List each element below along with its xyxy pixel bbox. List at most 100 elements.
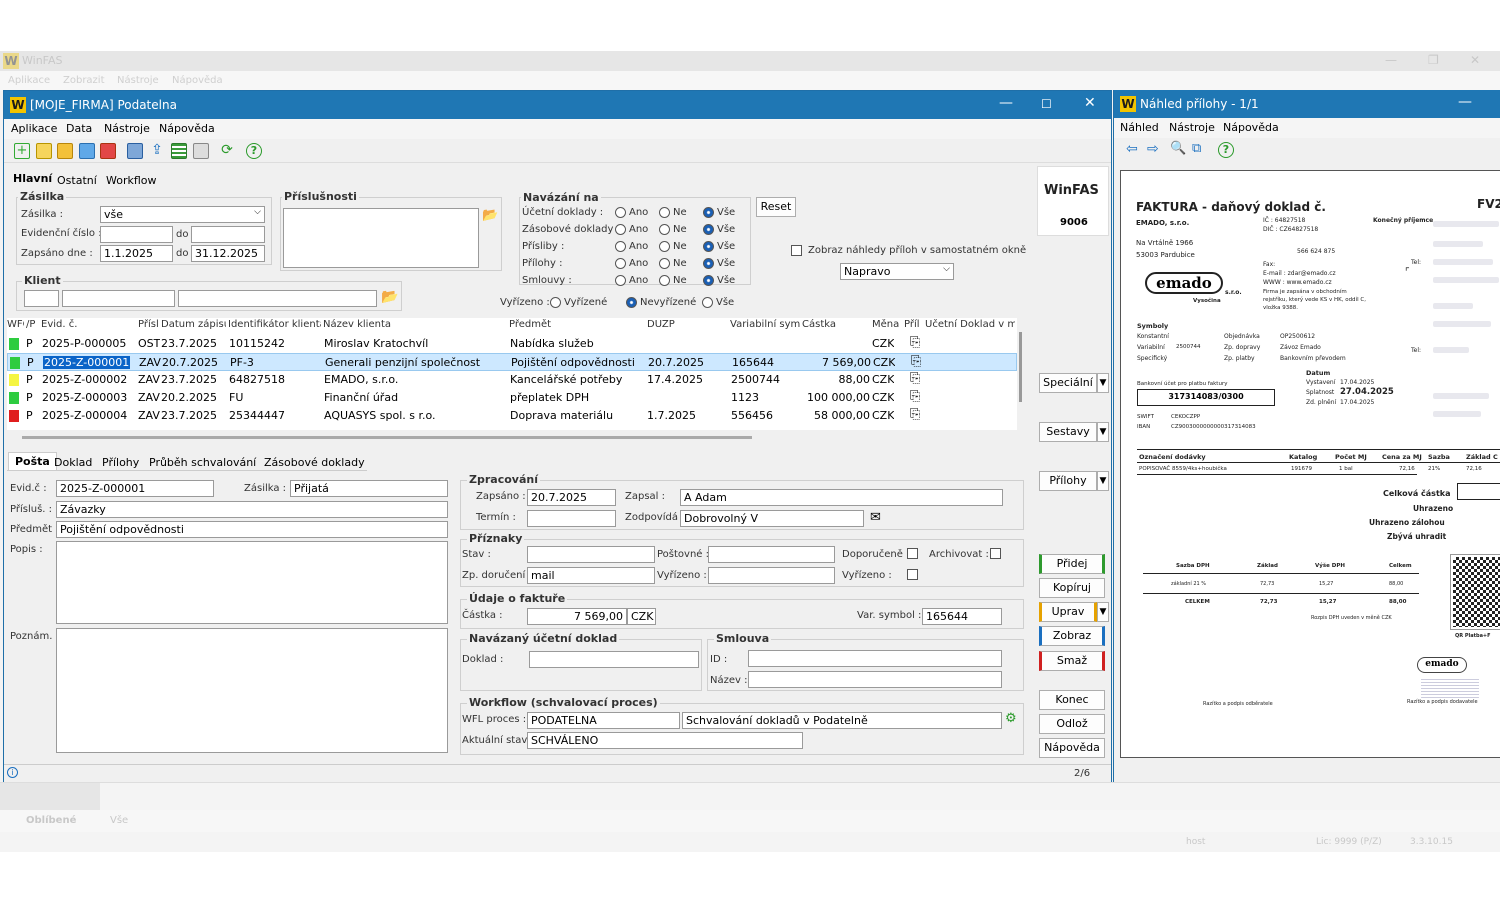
preview-menu-nahled[interactable]: Náhled — [1120, 121, 1159, 134]
detail-popis-textarea[interactable] — [56, 541, 448, 624]
grid-header[interactable]: /P — [26, 319, 39, 336]
maximize-icon[interactable]: ☐ — [1041, 97, 1052, 111]
grid-header[interactable]: Přísl — [138, 319, 159, 336]
zp-doruceni-input[interactable]: mail — [527, 567, 655, 584]
view-icon[interactable] — [79, 143, 95, 159]
attachment-paperclip-icon[interactable]: ⎘ — [911, 354, 921, 369]
preview-menu-nastroje[interactable]: Nástroje — [1169, 121, 1215, 134]
grid-header[interactable]: Předmět — [509, 319, 645, 336]
add-icon[interactable]: + — [14, 143, 30, 159]
evid-to-input[interactable] — [191, 226, 265, 243]
klient-ident-input[interactable] — [62, 290, 175, 307]
nevyrizene-radio[interactable] — [626, 297, 637, 308]
taskbar-all[interactable]: Vše — [110, 815, 128, 826]
nav-smlouvy-ano-radio[interactable] — [615, 275, 626, 286]
tab-prubeh[interactable]: Průběh schvalování — [143, 454, 262, 471]
vyrizeno-detail-input[interactable] — [708, 567, 835, 584]
nav-smlouvy-vse-radio[interactable] — [703, 275, 714, 286]
termin-input[interactable] — [527, 510, 616, 527]
detail-zasilka-input[interactable]: Přijatá — [290, 480, 448, 497]
grid-header[interactable]: Evid. č. — [41, 319, 136, 336]
workflow-tree-icon[interactable]: ⚙ — [1005, 711, 1017, 726]
tab-ostatni[interactable]: Ostatní — [51, 172, 103, 189]
date-to-input[interactable]: 31.12.2025 — [191, 245, 265, 262]
fit-page-icon[interactable]: ⧉ — [1192, 141, 1201, 156]
nav-prisliby-ano-radio[interactable] — [615, 241, 626, 252]
postovne-input[interactable] — [708, 546, 835, 563]
evid-from-input[interactable] — [100, 226, 173, 243]
grid-header[interactable]: Účetní Doklad v mo — [925, 319, 1015, 336]
specialni-dropdown-icon[interactable]: ▼ — [1097, 373, 1109, 393]
refresh-icon[interactable]: ⟳ — [219, 143, 235, 159]
zasilka-select[interactable]: vše ⌵ — [100, 206, 265, 223]
preview-menu-napoveda[interactable]: Nápověda — [1223, 121, 1279, 134]
nav-prilohy-vse-radio[interactable] — [703, 258, 714, 269]
aktualni-stav-input[interactable]: SCHVÁLENO — [527, 732, 803, 749]
grid-header[interactable]: Příl — [904, 319, 923, 336]
vse-radio[interactable] — [702, 297, 713, 308]
grid-header[interactable]: Datum zápisu — [161, 319, 226, 336]
bg-menu-zobrazit[interactable]: Zobrazit — [63, 75, 105, 86]
konec-button[interactable]: Konec — [1039, 690, 1105, 710]
nav-prilohy-ano-radio[interactable] — [615, 258, 626, 269]
archivovat-checkbox[interactable] — [990, 548, 1001, 559]
zapsal-input[interactable]: A Adam — [680, 489, 1003, 506]
vyrizeno-checkbox[interactable] — [907, 569, 918, 580]
stav-input[interactable] — [527, 546, 655, 563]
grid-header[interactable]: Identifikátor klienta — [228, 319, 321, 336]
date-from-input[interactable]: 1.1.2025 — [100, 245, 173, 262]
smaz-button[interactable]: Smaž — [1039, 651, 1105, 671]
detail-evid-input[interactable]: 2025-Z-000001 — [56, 480, 214, 497]
var-symbol-input[interactable]: 165644 — [922, 608, 1002, 625]
show-preview-checkbox[interactable] — [791, 245, 802, 256]
castka-input[interactable]: 7 569,00 — [527, 608, 627, 625]
odloz-button[interactable]: Odlož — [1039, 714, 1105, 734]
attachment-paperclip-icon[interactable]: ⎘ — [910, 371, 920, 386]
menu-napoveda[interactable]: Nápověda — [159, 122, 215, 135]
forward-arrow-icon[interactable]: ⇨ — [1147, 141, 1159, 157]
attachment-paperclip-icon[interactable]: ⎘ — [910, 407, 920, 422]
attachment-paperclip-icon[interactable]: ⎘ — [910, 335, 920, 350]
bg-menu-aplikace[interactable]: Aplikace — [8, 75, 50, 86]
grid-hscrollbar[interactable] — [22, 436, 752, 439]
nav-zasobove-doklady-ne-radio[interactable] — [659, 224, 670, 235]
nav-zasobove-doklady-vse-radio[interactable] — [703, 224, 714, 235]
detail-pozn-textarea[interactable] — [56, 628, 448, 753]
bg-menu-nastroje[interactable]: Nástroje — [117, 75, 159, 86]
tab-prilohy[interactable]: Přílohy — [96, 454, 145, 471]
reset-button[interactable]: Reset — [756, 197, 796, 217]
smlouva-nazev-input[interactable] — [748, 671, 1002, 688]
menu-nastroje[interactable]: Nástroje — [104, 122, 150, 135]
position-select[interactable]: Napravo ⌵ — [840, 263, 954, 280]
bg-restore-icon[interactable]: ❐ — [1428, 53, 1439, 67]
nav-smlouvy-ne-radio[interactable] — [659, 275, 670, 286]
table-row[interactable]: P 2025-Z-000003 ZAV 20.2.2025 FU Finanční úřa… — [7, 389, 1017, 407]
edit-icon[interactable] — [57, 143, 73, 159]
tab-workflow[interactable]: Workflow — [100, 172, 163, 189]
grid-header[interactable]: DUZP — [647, 319, 728, 336]
copy-icon[interactable] — [36, 143, 52, 159]
print-icon[interactable] — [127, 143, 143, 159]
zodpovida-input[interactable]: Dobrovolný V — [680, 510, 864, 527]
table-icon[interactable] — [171, 143, 187, 159]
tab-doklad[interactable]: Doklad — [48, 454, 98, 471]
prislusnosti-list[interactable] — [283, 208, 479, 268]
preview-help-icon[interactable]: ? — [1218, 142, 1234, 158]
table-row[interactable]: P 2025-Z-000001 ZAV 20.7.2025 PF-3 Generali p… — [7, 353, 1017, 371]
prilohy-dropdown-icon[interactable]: ▼ — [1097, 471, 1109, 491]
grid-header[interactable]: Měna — [872, 319, 902, 336]
pridej-button[interactable]: Přidej — [1039, 554, 1105, 574]
wfl-desc-input[interactable]: Schvalování dokladů v Podatelně — [682, 712, 1002, 729]
grid-header[interactable]: WFO — [7, 319, 24, 336]
zapsano-detail-input[interactable]: 20.7.2025 — [527, 489, 616, 506]
nav-ucetni-doklady-vse-radio[interactable] — [703, 207, 714, 218]
back-arrow-icon[interactable]: ⇦ — [1126, 141, 1138, 157]
grid-header[interactable]: Částka — [802, 319, 870, 336]
preview-minimize-icon[interactable]: — — [1458, 94, 1472, 110]
bg-minimize-icon[interactable]: — — [1385, 53, 1397, 67]
grid-header[interactable]: Variabilní symbol — [730, 319, 800, 336]
napoveda-button[interactable]: Nápověda — [1039, 738, 1105, 758]
report-icon[interactable] — [193, 143, 209, 159]
zoom-icon[interactable]: 🔍 — [1170, 141, 1186, 156]
table-row[interactable]: P 2025-Z-000004 ZAV 23.7.2025 25344447 AQUASY… — [7, 407, 1017, 425]
